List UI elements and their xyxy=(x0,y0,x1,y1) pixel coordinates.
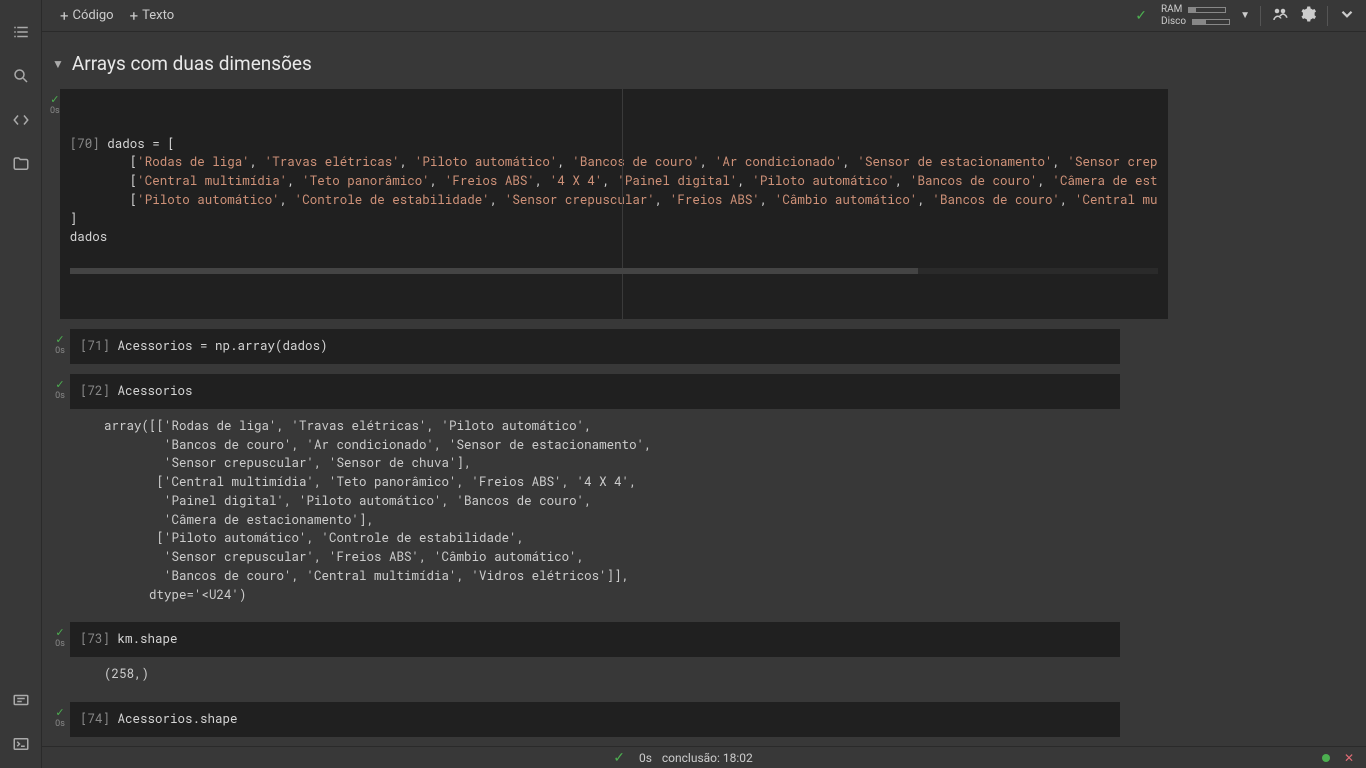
collapse-section-icon[interactable]: ▼ xyxy=(52,57,64,71)
executed-check-icon: ✓ xyxy=(55,626,64,639)
add-code-button[interactable]: + Código xyxy=(52,3,122,29)
resource-monitor[interactable]: RAM Disco xyxy=(1161,4,1230,28)
executed-check-icon: ✓ xyxy=(55,378,64,391)
code-cell[interactable]: ✓ 0s [74] Acessorios.shape (3, 8) xyxy=(50,702,1120,746)
cell-output: (3, 8) xyxy=(70,737,1120,747)
share-icon[interactable] xyxy=(1271,5,1289,27)
section-title: Arrays com duas dimensões xyxy=(72,52,312,75)
add-text-button[interactable]: + Texto xyxy=(122,3,183,29)
status-duration: 0s xyxy=(639,751,652,765)
command-palette-icon[interactable] xyxy=(11,690,31,710)
status-completion: conclusão: 18:02 xyxy=(662,751,753,765)
ruler xyxy=(622,89,623,319)
executed-check-icon: ✓ xyxy=(50,93,59,106)
add-code-label: Código xyxy=(73,8,114,23)
left-sidebar xyxy=(0,0,42,768)
exec-number: [70] xyxy=(70,136,100,152)
add-text-label: Texto xyxy=(142,8,174,23)
settings-icon[interactable] xyxy=(1299,5,1317,27)
exec-time: 0s xyxy=(55,346,65,356)
cell-output: (258,) xyxy=(70,657,1120,692)
horizontal-scrollbar[interactable] xyxy=(70,268,1158,274)
exec-time: 0s xyxy=(55,639,65,649)
code-cell[interactable]: ✓ 0s [70] dados = [ ['Rodas de liga', 'T… xyxy=(50,89,1120,319)
search-icon[interactable] xyxy=(11,66,31,86)
cell-output: array([['Rodas de liga', 'Travas elétric… xyxy=(70,409,1120,613)
kernel-status-dot xyxy=(1322,754,1330,762)
divider xyxy=(1260,6,1261,26)
code-cell[interactable]: ✓ 0s [72] Acessorios array([['Rodas de l… xyxy=(50,374,1120,612)
code-input[interactable]: [71] Acessorios = np.array(dados) xyxy=(70,329,1120,364)
files-icon[interactable] xyxy=(11,154,31,174)
code-input[interactable]: [73] km.shape xyxy=(70,622,1120,657)
code-input[interactable]: [72] Acessorios xyxy=(70,374,1120,409)
main-area: + Código + Texto ✓ RAM Disco ▼ xyxy=(42,0,1366,768)
connected-check-icon: ✓ xyxy=(1135,8,1147,24)
toolbar: + Código + Texto ✓ RAM Disco ▼ xyxy=(42,0,1366,32)
cell-gutter: ✓ 0s xyxy=(50,89,60,319)
executed-check-icon: ✓ xyxy=(55,706,64,719)
section-header: ▼ Arrays com duas dimensões xyxy=(50,44,1360,89)
statusbar: ✓ 0s conclusão: 18:02 ✕ xyxy=(42,746,1366,768)
cell-gutter: ✓ 0s xyxy=(50,329,70,364)
toc-icon[interactable] xyxy=(11,22,31,42)
cell-gutter: ✓ 0s xyxy=(50,622,70,692)
plus-icon: + xyxy=(130,7,139,25)
code-input[interactable]: [74] Acessorios.shape xyxy=(70,702,1120,737)
exec-time: 0s xyxy=(55,391,65,401)
cell-gutter: ✓ 0s xyxy=(50,702,70,746)
terminal-icon[interactable] xyxy=(11,734,31,754)
snippets-icon[interactable] xyxy=(11,110,31,130)
notebook-content[interactable]: ▼ Arrays com duas dimensões ✓ 0s [70] da… xyxy=(42,32,1366,746)
divider xyxy=(1327,6,1328,26)
code-cell[interactable]: ✓ 0s [73] km.shape (258,) xyxy=(50,622,1120,692)
exec-number: [73] xyxy=(80,631,110,647)
exec-time: 0s xyxy=(50,106,60,116)
exec-number: [72] xyxy=(80,383,110,399)
ram-label: RAM xyxy=(1161,4,1182,16)
resources-dropdown-icon[interactable]: ▼ xyxy=(1240,10,1250,21)
collapse-icon[interactable] xyxy=(1338,5,1356,27)
exec-number: [74] xyxy=(80,711,110,727)
exec-number: [71] xyxy=(80,338,110,354)
ram-bar xyxy=(1188,7,1226,13)
disk-label: Disco xyxy=(1161,16,1186,28)
close-icon[interactable]: ✕ xyxy=(1344,751,1354,765)
cell-gutter: ✓ 0s xyxy=(50,374,70,612)
code-input[interactable]: [70] dados = [ ['Rodas de liga', 'Travas… xyxy=(60,89,1168,319)
code-cell[interactable]: ✓ 0s [71] Acessorios = np.array(dados) xyxy=(50,329,1120,364)
plus-icon: + xyxy=(60,7,69,25)
disk-bar xyxy=(1192,19,1230,25)
status-check-icon: ✓ xyxy=(613,750,625,766)
exec-time: 0s xyxy=(55,719,65,729)
executed-check-icon: ✓ xyxy=(55,333,64,346)
